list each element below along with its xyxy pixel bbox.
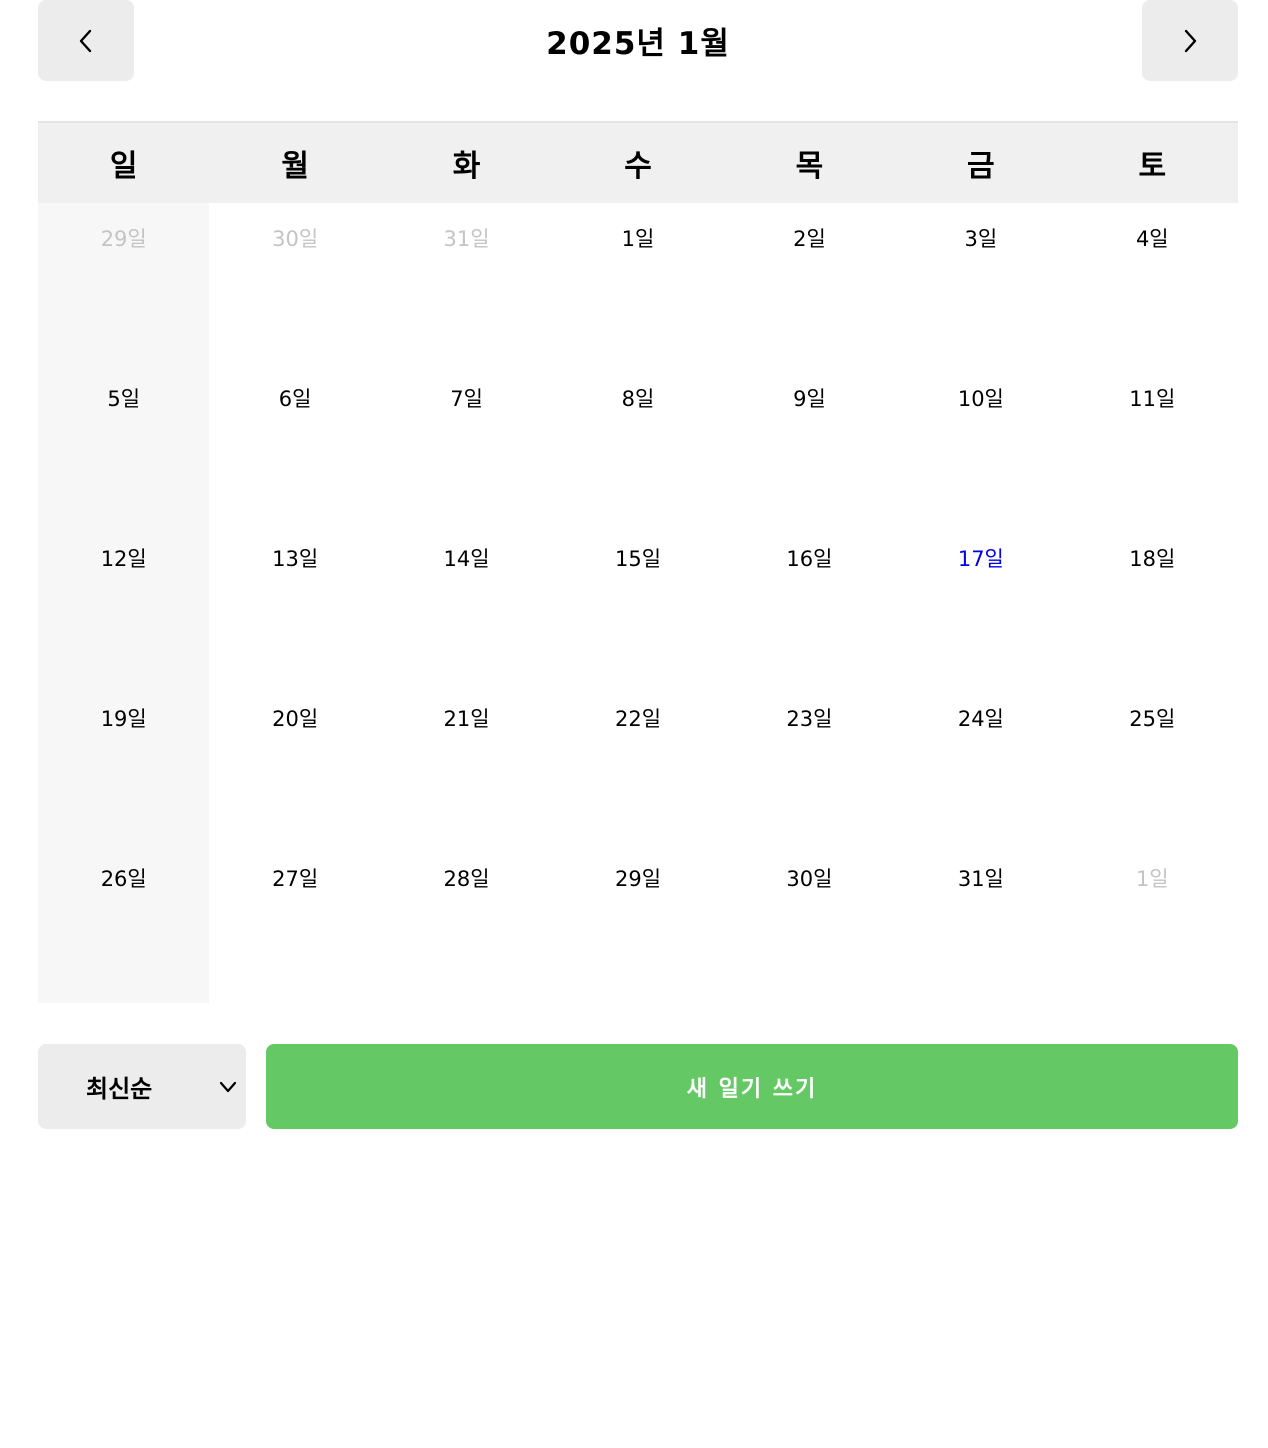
calendar-day[interactable]: 15일 xyxy=(552,523,723,683)
calendar-day-label: 30일 xyxy=(786,867,833,891)
calendar-day-label: 18일 xyxy=(1129,547,1176,571)
calendar-day-label: 17일 xyxy=(957,547,1004,571)
calendar-day[interactable]: 11일 xyxy=(1067,363,1238,523)
calendar-day-label: 7일 xyxy=(450,387,483,411)
calendar-day-label: 21일 xyxy=(443,707,490,731)
calendar-day-label: 27일 xyxy=(272,867,319,891)
calendar-day[interactable]: 21일 xyxy=(381,683,552,843)
chevron-left-icon xyxy=(79,29,92,52)
calendar-day[interactable]: 7일 xyxy=(381,363,552,523)
calendar-day[interactable]: 28일 xyxy=(381,843,552,1003)
calendar-day[interactable]: 8일 xyxy=(552,363,723,523)
weekday-label: 수 xyxy=(624,149,652,184)
calendar-day[interactable]: 13일 xyxy=(209,523,380,683)
calendar-day[interactable]: 22일 xyxy=(552,683,723,843)
calendar-day-label: 31일 xyxy=(443,227,490,251)
calendar-day[interactable]: 23일 xyxy=(724,683,895,843)
calendar-day[interactable]: 25일 xyxy=(1067,683,1238,843)
weekday-label: 목 xyxy=(795,149,824,184)
calendar-day[interactable]: 14일 xyxy=(381,523,552,683)
calendar-day[interactable]: 31일 xyxy=(381,203,552,363)
calendar-day-label: 4일 xyxy=(1135,227,1169,251)
calendar-day[interactable]: 16일 xyxy=(724,523,895,683)
calendar-day-label: 29일 xyxy=(100,227,147,251)
weekday-label: 일 xyxy=(109,149,138,184)
calendar-day[interactable]: 10일 xyxy=(895,363,1066,523)
calendar-day-label: 31일 xyxy=(957,867,1004,891)
calendar-day[interactable]: 29일 xyxy=(38,203,210,363)
calendar-day-label: 26일 xyxy=(100,867,147,891)
calendar-day-label: 22일 xyxy=(614,707,662,731)
calendar-day-label: 28일 xyxy=(443,867,490,891)
calendar-day-label: 1일 xyxy=(1135,867,1169,891)
calendar-day[interactable]: 3일 xyxy=(895,203,1066,363)
calendar-day-label: 5일 xyxy=(107,387,141,411)
calendar-day-label: 2일 xyxy=(793,227,826,251)
new-diary-button[interactable]: 새 일기 쓰기 xyxy=(266,1044,1238,1129)
calendar-day-label: 9일 xyxy=(793,387,826,411)
calendar-day[interactable]: 26일 xyxy=(38,843,210,1003)
weekday-label: 월 xyxy=(281,149,309,184)
month-title: 2025년 1월 xyxy=(546,26,730,62)
calendar-day-label: 25일 xyxy=(1129,707,1176,731)
calendar-header: 2025년 1월 xyxy=(38,0,1238,81)
calendar-day[interactable]: 6일 xyxy=(209,363,380,523)
weekday-label: 금 xyxy=(967,149,995,184)
calendar-day-label: 15일 xyxy=(614,547,662,571)
calendar-day[interactable]: 30일 xyxy=(724,843,895,1003)
calendar-day[interactable]: 19일 xyxy=(38,683,210,843)
calendar-day[interactable]: 18일 xyxy=(1067,523,1238,683)
calendar-day-label: 11일 xyxy=(1129,387,1176,411)
calendar-day-label: 23일 xyxy=(786,707,833,731)
calendar-grid: 일 월 화 수 목 금 토 29일 30일 31일 1일 2일 3일 4일 5일 6일 7일 8일 9… xyxy=(38,121,1238,1003)
calendar-day-label: 29일 xyxy=(614,867,662,891)
calendar-day[interactable]: 29일 xyxy=(552,843,723,1003)
calendar-day-label: 16일 xyxy=(786,547,833,571)
calendar-day[interactable]: 9일 xyxy=(724,363,895,523)
sort-order-select[interactable]: 최신순 xyxy=(38,1044,246,1129)
chevron-down-icon xyxy=(219,1081,237,1093)
calendar-day[interactable]: 24일 xyxy=(895,683,1066,843)
calendar-days: 29일 30일 31일 1일 2일 3일 4일 5일 6일 7일 8일 9일 10일 11일 12일 13일 1… xyxy=(38,203,1238,1003)
chevron-right-icon xyxy=(1184,29,1197,52)
calendar-day-label: 1일 xyxy=(621,227,655,251)
weekday-label: 화 xyxy=(452,149,481,184)
calendar-day[interactable]: 12일 xyxy=(38,523,210,683)
weekday-header-row: 일 월 화 수 목 금 토 xyxy=(38,123,1238,203)
calendar-day[interactable]: 1일 xyxy=(1067,843,1238,1003)
calendar-day[interactable]: 31일 xyxy=(895,843,1066,1003)
calendar-day[interactable]: 2일 xyxy=(724,203,895,363)
calendar-day-label: 10일 xyxy=(957,387,1004,411)
calendar-day[interactable]: 1일 xyxy=(552,203,723,363)
calendar-day-today[interactable]: 17일 xyxy=(895,523,1066,683)
calendar-day-label: 6일 xyxy=(278,387,312,411)
calendar-day-label: 3일 xyxy=(964,227,998,251)
calendar-day-label: 20일 xyxy=(272,707,319,731)
calendar-day[interactable]: 30일 xyxy=(209,203,380,363)
sort-order-value: 최신순 xyxy=(86,1075,153,1103)
calendar-day[interactable]: 4일 xyxy=(1067,203,1238,363)
calendar-day[interactable]: 27일 xyxy=(209,843,380,1003)
calendar-day-label: 24일 xyxy=(957,707,1004,731)
next-month-button[interactable] xyxy=(1142,0,1238,81)
calendar-day-label: 12일 xyxy=(100,547,147,571)
prev-month-button[interactable] xyxy=(38,0,134,81)
calendar-day-label: 8일 xyxy=(621,387,655,411)
calendar-day-label: 13일 xyxy=(272,547,319,571)
calendar-day[interactable]: 5일 xyxy=(38,363,210,523)
weekday-label: 토 xyxy=(1138,149,1167,184)
calendar-day-label: 30일 xyxy=(272,227,319,251)
calendar-day-label: 19일 xyxy=(100,707,147,731)
calendar-day-label: 14일 xyxy=(443,547,490,571)
bottom-controls: 최신순 새 일기 쓰기 xyxy=(38,1044,1238,1129)
calendar-day[interactable]: 20일 xyxy=(209,683,380,843)
